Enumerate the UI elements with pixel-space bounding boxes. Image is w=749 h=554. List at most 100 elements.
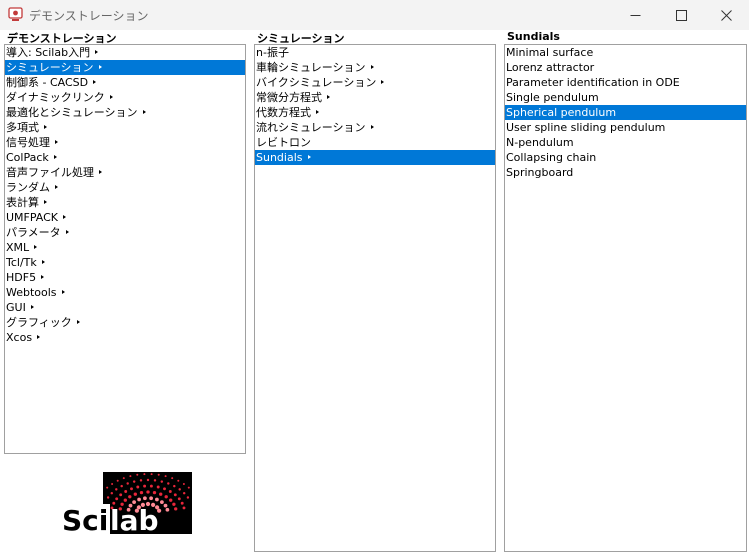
list-item[interactable]: N-pendulum <box>505 135 746 150</box>
simulation-listbox[interactable]: n-振子 車輪シミュレーション バイクシミュレーション 常微分方程式 代数方程式 流れシミ… <box>254 44 496 552</box>
minimize-button[interactable] <box>612 0 658 30</box>
logo-dot <box>153 479 157 482</box>
list-item-label: ランダム <box>6 181 50 194</box>
demos-listbox[interactable]: 導入: Scilab入門 シミュレーション 制御系 - CACSD ダイナミックリンク… <box>4 44 246 454</box>
list-item[interactable]: 流れシミュレーション <box>255 120 495 135</box>
logo-dot <box>115 488 118 491</box>
list-item[interactable]: Single pendulum <box>505 90 746 105</box>
list-item-label: GUI <box>6 301 26 314</box>
list-item-label: 制御系 - CACSD <box>6 76 89 89</box>
list-item-label: 最適化とシミュレーション <box>6 106 138 119</box>
submenu-arrow-icon <box>63 215 67 219</box>
logo-dot <box>137 497 141 502</box>
submenu-arrow-icon <box>381 80 385 84</box>
list-item[interactable]: Springboard <box>505 165 746 180</box>
list-item[interactable]: 音声ファイル処理 <box>5 165 245 180</box>
logo-dot <box>111 483 114 485</box>
logo-dot <box>182 491 186 495</box>
list-item-label: 導入: Scilab入門 <box>6 46 91 59</box>
list-item[interactable]: Parameter identification in ODE <box>505 75 746 90</box>
list-item[interactable]: パラメータ <box>5 225 245 240</box>
list-item[interactable]: レビトロン <box>255 135 495 150</box>
list-item[interactable]: 最適化とシミュレーション <box>5 105 245 120</box>
logo-dot <box>143 473 146 476</box>
list-item-label: 代数方程式 <box>256 106 311 119</box>
list-item[interactable]: User spline sliding pendulum <box>505 120 746 135</box>
logo-dot <box>186 496 190 499</box>
list-item[interactable]: 代数方程式 <box>255 105 495 120</box>
list-item[interactable]: 導入: Scilab入門 <box>5 45 245 60</box>
list-item[interactable]: Tcl/Tk <box>5 255 245 270</box>
list-item-label: HDF5 <box>6 271 37 284</box>
list-item[interactable]: n-振子 <box>255 45 495 60</box>
list-item[interactable]: Sundials <box>255 150 495 165</box>
logo-dot <box>164 475 167 478</box>
list-item[interactable]: 制御系 - CACSD <box>5 75 245 90</box>
logo-dot <box>187 486 190 489</box>
list-item[interactable]: ダイナミックリンク <box>5 90 245 105</box>
logo-dot <box>177 479 180 482</box>
list-item-label: ダイナミックリンク <box>6 91 105 104</box>
list-item-label: Single pendulum <box>506 91 599 104</box>
list-item[interactable]: 多項式 <box>5 120 245 135</box>
submenu-arrow-icon <box>370 125 374 129</box>
list-item[interactable]: Spherical pendulum <box>505 105 746 120</box>
list-item[interactable]: Minimal surface <box>505 45 746 60</box>
list-item[interactable]: 車輪シミュレーション <box>255 60 495 75</box>
logo-dot <box>167 482 170 485</box>
submenu-arrow-icon <box>307 155 311 159</box>
submenu-arrow-icon <box>95 50 99 54</box>
list-item[interactable]: HDF5 <box>5 270 245 285</box>
submenu-arrow-icon <box>98 65 102 69</box>
list-item[interactable]: Xcos <box>5 330 245 345</box>
logo-dot <box>124 490 128 493</box>
submenu-arrow-icon <box>142 110 146 114</box>
list-item-label: 表計算 <box>6 196 39 209</box>
scilab-app-icon <box>8 7 23 21</box>
logo-dot <box>182 483 185 485</box>
list-item[interactable]: 信号処理 <box>5 135 245 150</box>
maximize-button[interactable] <box>658 0 704 30</box>
logo-dot <box>143 484 147 488</box>
logo-dot <box>173 493 177 497</box>
list-item[interactable]: バイクシミュレーション <box>255 75 495 90</box>
list-item[interactable]: UMFPACK <box>5 210 245 225</box>
submenu-arrow-icon <box>55 185 58 189</box>
logo-dot <box>157 473 160 476</box>
logo-text-sci: Sci <box>62 504 108 534</box>
sundials-listbox[interactable]: Minimal surface Lorenz attractor Parameter… <box>504 44 747 552</box>
logo-dot <box>169 498 173 502</box>
logo-dot <box>163 503 168 508</box>
logo-dot <box>182 506 186 510</box>
logo-dot <box>174 507 178 511</box>
list-item[interactable]: GUI <box>5 300 245 315</box>
logo-dot <box>156 485 160 489</box>
submenu-arrow-icon <box>99 170 102 174</box>
list-item[interactable]: XML <box>5 240 245 255</box>
logo-dot <box>110 491 114 495</box>
close-button[interactable] <box>703 0 749 30</box>
list-item[interactable]: Lorenz attractor <box>505 60 746 75</box>
submenu-arrow-icon <box>37 335 41 339</box>
submenu-arrow-icon <box>93 80 97 84</box>
list-item-label: グラフィック <box>6 316 72 329</box>
logo-dot <box>126 482 129 485</box>
list-item-label: Tcl/Tk <box>6 256 37 269</box>
logo-dot <box>172 502 176 506</box>
list-item-label: XML <box>6 241 30 254</box>
list-item[interactable]: ColPack <box>5 150 245 165</box>
list-item[interactable]: 常微分方程式 <box>255 90 495 105</box>
submenu-arrow-icon <box>65 230 69 234</box>
list-item[interactable]: Webtools <box>5 285 245 300</box>
list-item[interactable]: シミュレーション <box>5 60 245 75</box>
minimize-icon <box>630 14 640 16</box>
list-item-label: 多項式 <box>6 121 39 134</box>
title-bar[interactable]: デモンストレーション <box>0 0 749 30</box>
list-item[interactable]: 表計算 <box>5 195 245 210</box>
logo-dot <box>178 488 181 491</box>
list-item[interactable]: Collapsing chain <box>505 150 746 165</box>
list-item[interactable]: ランダム <box>5 180 245 195</box>
list-item[interactable]: グラフィック <box>5 315 245 330</box>
logo-dot <box>120 484 123 488</box>
close-icon <box>720 9 732 21</box>
